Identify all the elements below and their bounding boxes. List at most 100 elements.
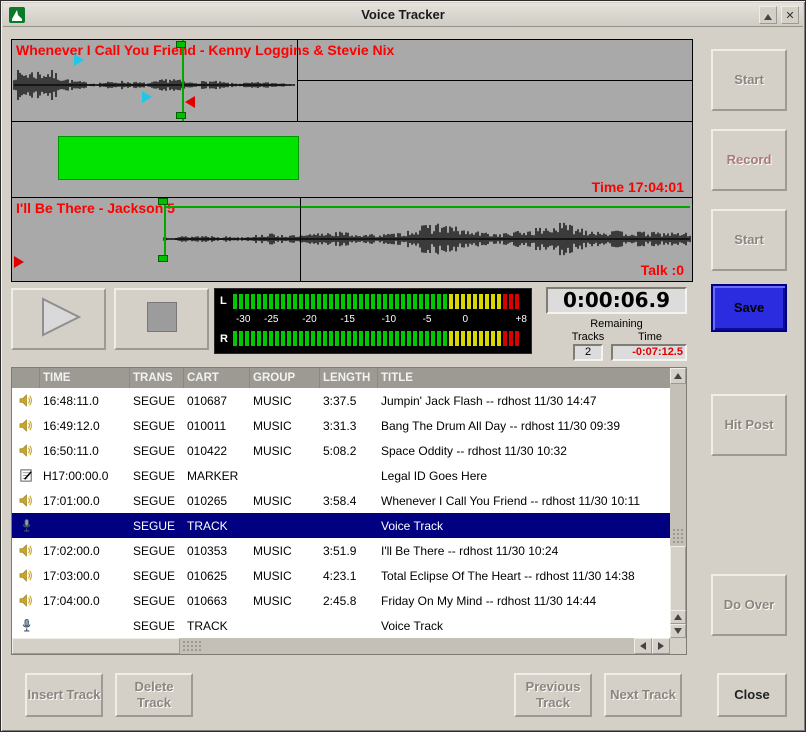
cell-cart: MARKER [184,469,250,483]
delete-track-button[interactable]: Delete Track [115,673,193,717]
insert-track-button[interactable]: Insert Track [25,673,103,717]
track-level-line[interactable] [164,206,690,208]
log-row[interactable]: 16:48:11.0SEGUE010687MUSIC3:37.5Jumpin' … [12,388,670,413]
cell-group: MUSIC [250,594,320,608]
segue-marker-icon[interactable] [14,256,24,268]
track2-title: I'll Be There - Jackson 5 [16,200,175,216]
previous-track-button[interactable]: Previous Track [514,673,592,717]
header-group: GROUP [250,368,320,388]
hit-post-button[interactable]: Hit Post [711,394,787,456]
cell-trans: SEGUE [130,619,184,633]
log-row[interactable]: H17:00:00.0SEGUEMARKERLegal ID Goes Here [12,463,670,488]
speaker-icon [12,418,40,433]
cell-cart: TRACK [184,619,250,633]
log-row[interactable]: 17:04:00.0SEGUE010663MUSIC2:45.8Friday O… [12,588,670,613]
log-row[interactable]: 16:49:12.0SEGUE010011MUSIC3:31.3Bang The… [12,413,670,438]
header-cart: CART [184,368,250,388]
segue-marker-icon[interactable] [185,96,195,108]
cell-cart: 010422 [184,444,250,458]
remaining-tracks-value: 2 [573,344,603,361]
track-end-handle[interactable] [158,198,168,205]
fadedown-marker-icon[interactable] [142,91,152,103]
horizontal-scrollbar[interactable] [12,638,670,654]
cell-length: 4:23.1 [320,569,378,583]
header-time: TIME [40,368,130,388]
start-track2-button[interactable]: Start [711,209,787,271]
next-track-button[interactable]: Next Track [604,673,682,717]
fadedown-marker-icon[interactable] [74,54,84,66]
track-end-line[interactable] [164,198,166,262]
log-row[interactable]: SEGUETRACK Voice Track [12,613,670,638]
log-row[interactable]: 17:02:00.0SEGUE010353MUSIC3:51.9I'll Be … [12,538,670,563]
horizontal-scroll-thumb[interactable] [12,638,180,654]
cell-title: Friday On My Mind -- rdhost 11/30 14:44 [378,594,670,608]
cell-trans: SEGUE [130,419,184,433]
start-track1-button[interactable]: Start [711,49,787,111]
mic-icon [12,618,40,633]
track-start-handle[interactable] [176,41,186,48]
play-button[interactable] [11,288,106,350]
voice-track-region[interactable] [58,136,299,180]
log-row[interactable]: SEGUETRACKVoice Track [12,513,670,538]
track-start-line[interactable] [182,40,184,121]
cell-time: 16:50:11.0 [40,444,130,458]
vertical-scrollbar[interactable] [670,368,686,638]
wall-time-label: Time 17:04:01 [592,179,684,195]
cell-time: 17:01:00.0 [40,494,130,508]
cell-length: 3:31.3 [320,419,378,433]
remaining-tracks-label: Tracks [558,331,618,343]
maximize-button[interactable] [759,6,777,24]
header-title: TITLE [378,368,670,388]
remaining-time-label: Time [620,331,680,343]
record-button[interactable]: Record [711,129,787,191]
talk-time-label: Talk :0 [641,262,684,278]
cell-time: H17:00:00.0 [40,469,130,483]
scroll-up-button-bottom[interactable] [670,610,686,624]
cell-trans: SEGUE [130,394,184,408]
scrollbar-trough[interactable] [182,640,202,652]
cell-title: Voice Track [378,619,670,633]
scroll-right-button[interactable] [652,638,670,654]
scroll-up-button[interactable] [670,368,686,384]
meter-left-label: L [220,295,227,307]
track2-panel[interactable]: I'll Be There - Jackson 5 Talk :0 [11,197,693,282]
speaker-icon [12,543,40,558]
scroll-left-button[interactable] [634,638,652,654]
voicetrack-panel[interactable]: Time 17:04:01 [11,121,693,198]
grid-line [297,80,692,81]
scrollbar-corner [670,638,686,654]
cell-length: 3:37.5 [320,394,378,408]
log-row[interactable]: 16:50:11.0SEGUE010422MUSIC5:08.2Space Od… [12,438,670,463]
cell-time: 17:03:00.0 [40,569,130,583]
log-row[interactable]: 17:01:00.0SEGUE010265MUSIC3:58.4Whenever… [12,488,670,513]
scrollbar-trough[interactable] [672,528,684,544]
log-table-header: TIME TRANS CART GROUP LENGTH TITLE [12,368,670,388]
header-icon-col [12,368,40,388]
log-table-body: 16:48:11.0SEGUE010687MUSIC3:37.5Jumpin' … [12,388,670,638]
close-button-bottom[interactable]: Close [717,673,787,717]
region-divider-line [300,198,301,281]
cell-time: 17:04:00.0 [40,594,130,608]
titlebar[interactable]: Voice Tracker ✕ [3,3,803,27]
scroll-down-button[interactable] [670,624,686,638]
elapsed-time-display: 0:00:06.9 [546,287,687,314]
speaker-icon [12,443,40,458]
cell-length: 3:58.4 [320,494,378,508]
track1-panel[interactable]: Whenever I Call You Friend - Kenny Loggi… [11,39,693,122]
speaker-icon [12,568,40,583]
cell-group: MUSIC [250,444,320,458]
save-button[interactable]: Save [711,284,787,332]
close-button[interactable]: ✕ [781,6,799,24]
do-over-button[interactable]: Do Over [711,574,787,636]
stop-button[interactable] [114,288,209,350]
track-start-handle[interactable] [176,112,186,119]
cell-title: Space Oddity -- rdhost 11/30 10:32 [378,444,670,458]
track-end-handle[interactable] [158,255,168,262]
cell-trans: SEGUE [130,494,184,508]
cell-trans: SEGUE [130,544,184,558]
cell-cart: TRACK [184,519,250,533]
log-row[interactable]: 17:03:00.0SEGUE010625MUSIC4:23.1Total Ec… [12,563,670,588]
remaining-label: Remaining [546,318,687,330]
remaining-time-value: -0:07:12.5 [611,344,687,361]
track1-title: Whenever I Call You Friend - Kenny Loggi… [16,42,394,58]
